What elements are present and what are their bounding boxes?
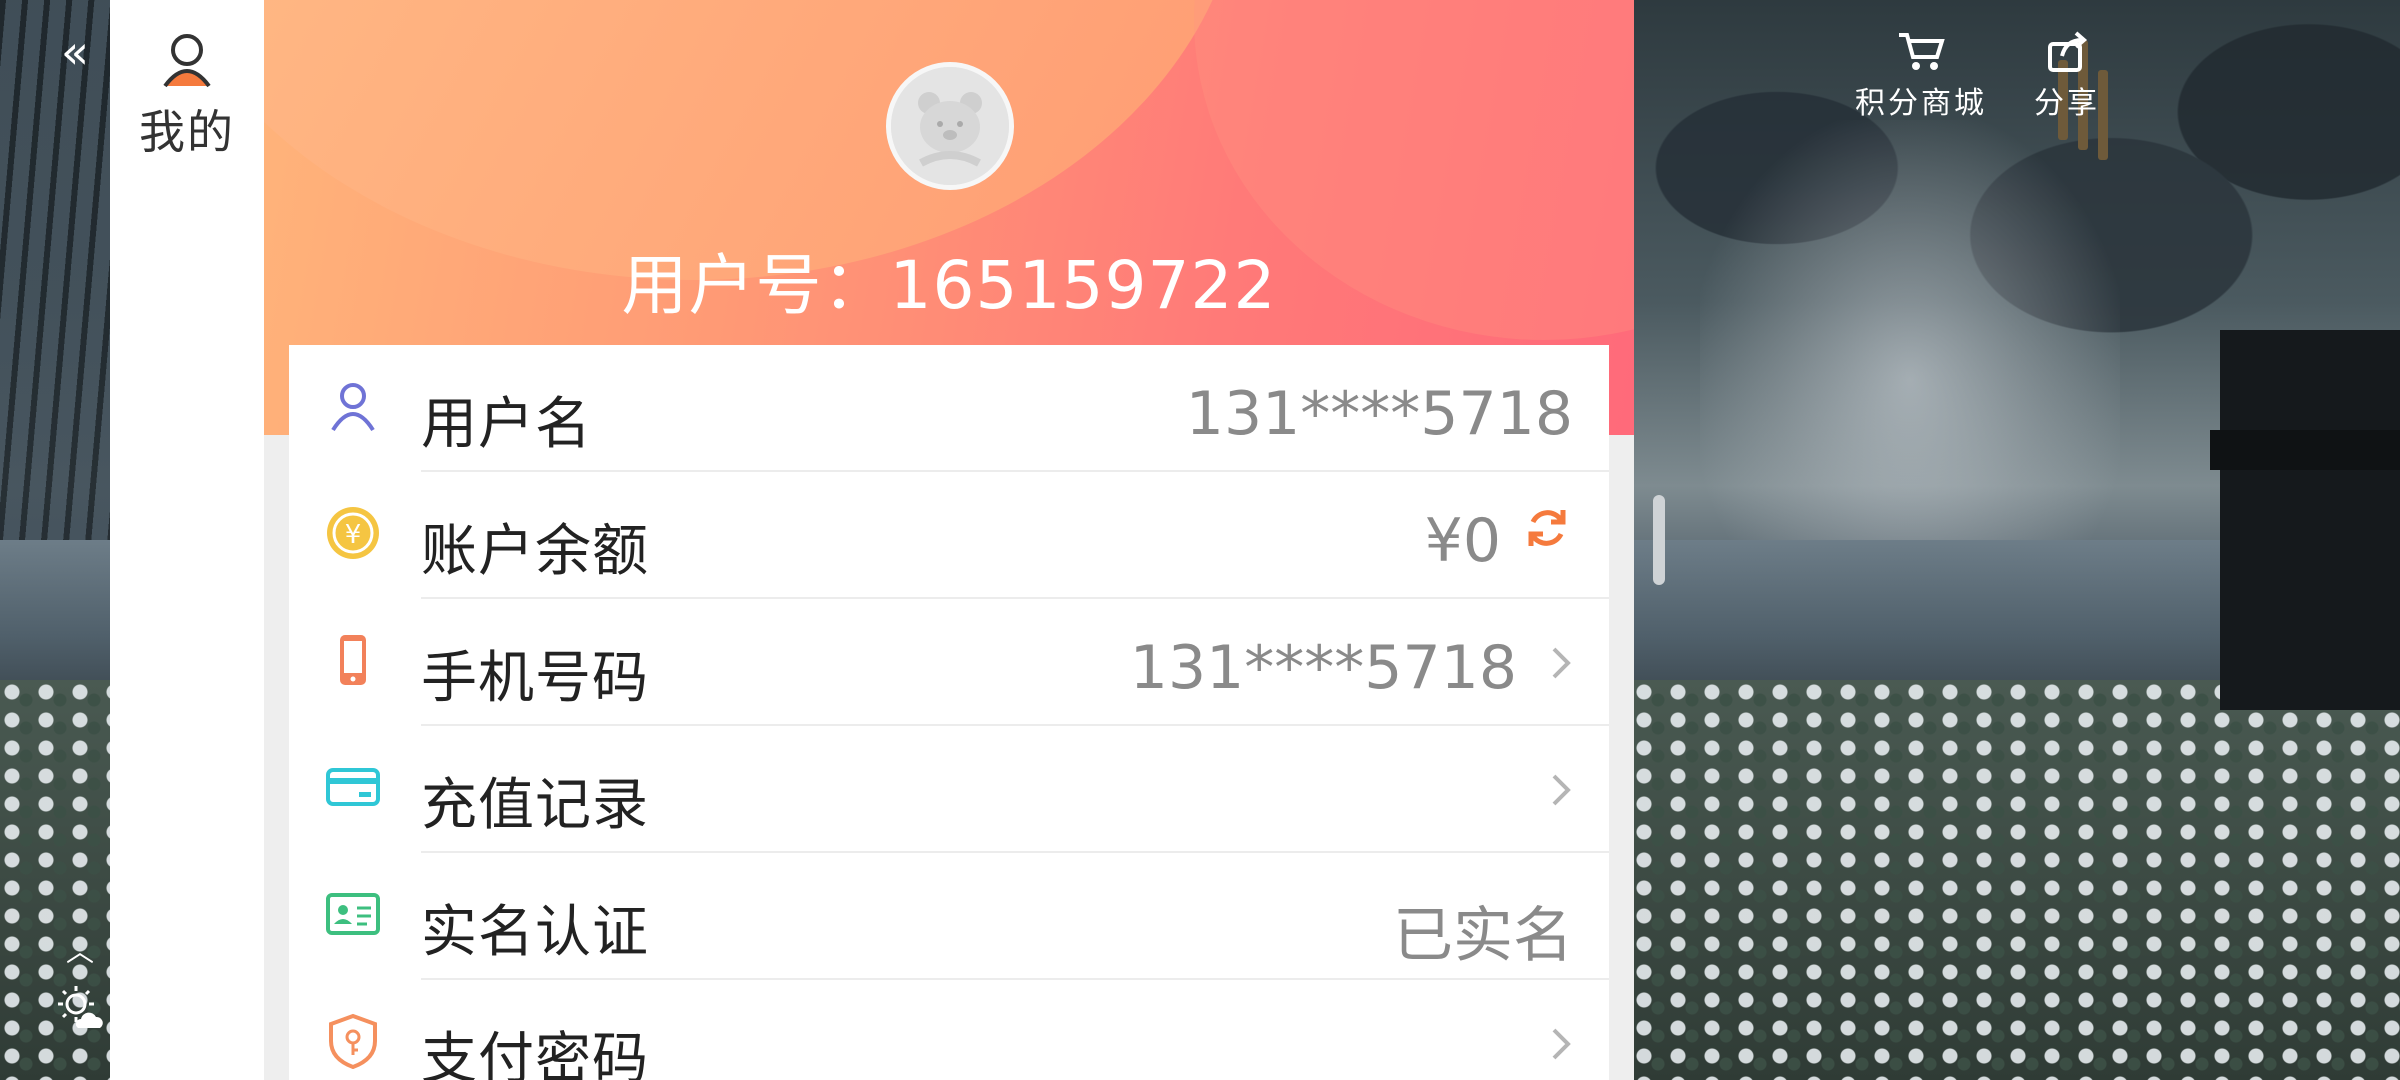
card-icon [326, 768, 380, 806]
cart-icon [1899, 33, 1945, 70]
scroll-indicator[interactable] [1653, 495, 1665, 585]
user-icon [163, 34, 211, 88]
chevron-right-icon [1552, 774, 1571, 806]
person-icon [331, 383, 375, 432]
balance-label: 账户余额 [421, 519, 649, 584]
list-item-balance: ¥ 账户余额 ¥0 [289, 472, 1609, 599]
avatar[interactable] [886, 62, 1014, 190]
payment-password-label: 支付密码 [421, 1027, 649, 1080]
username-label: 用户名 [421, 392, 592, 457]
chevron-up-icon[interactable]: ︿ [50, 930, 110, 970]
list-item-username: 用户名 131****5718 [289, 345, 1609, 472]
realname-value: 已实名 [1393, 901, 1573, 971]
svg-text:¥: ¥ [345, 520, 362, 550]
points-mall-label: 积分商城 [1855, 86, 1987, 121]
left-rail: 我的 [110, 0, 264, 1080]
account-info-card: 用户名 131****5718 ¥ 账户余额 ¥0 手机号码 131****57… [289, 345, 1609, 1080]
points-mall-button[interactable]: 积分商城 [1855, 30, 1987, 122]
username-value: 131****5718 [1185, 379, 1573, 449]
balance-value: ¥0 [1424, 506, 1501, 576]
chevron-right-icon [1552, 1028, 1571, 1060]
wooden-bridge [2210, 330, 2400, 710]
coin-icon: ¥ [327, 507, 379, 559]
share-icon [2048, 31, 2088, 72]
refresh-icon[interactable] [1521, 502, 1573, 554]
weather-sun-icon[interactable] [54, 982, 106, 1034]
shield-key-icon [329, 1013, 377, 1069]
realname-label: 实名认证 [421, 900, 649, 965]
phone-label: 手机号码 [421, 646, 649, 711]
share-label: 分享 [2034, 86, 2100, 121]
back-button[interactable]: « [40, 22, 110, 82]
recharge-label: 充值记录 [421, 773, 649, 838]
phone-value: 131****5718 [1129, 633, 1517, 703]
list-item-realname: 实名认证 已实名 [289, 853, 1609, 980]
profile-panel: 用户号：165159722 用户名 131****5718 ¥ 账户余额 ¥0 [264, 0, 1634, 1080]
list-item-recharge-history[interactable]: 充值记录 [289, 726, 1609, 853]
tab-mine[interactable]: 我的 [110, 30, 264, 162]
bear-avatar-icon [891, 67, 1009, 185]
list-item-phone[interactable]: 手机号码 131****5718 [289, 599, 1609, 726]
list-item-payment-password[interactable]: 支付密码 [289, 980, 1609, 1080]
phone-icon [340, 635, 366, 685]
bamboo-trees-left [0, 0, 110, 620]
id-card-icon [326, 893, 380, 935]
share-button[interactable]: 分享 [2034, 30, 2100, 122]
left-tools: ︿ [50, 930, 110, 1060]
chevron-right-icon [1552, 647, 1571, 679]
tab-mine-label: 我的 [139, 105, 235, 159]
back-arrow-icon: « [60, 25, 90, 79]
user-number: 用户号：165159722 [621, 247, 1277, 324]
